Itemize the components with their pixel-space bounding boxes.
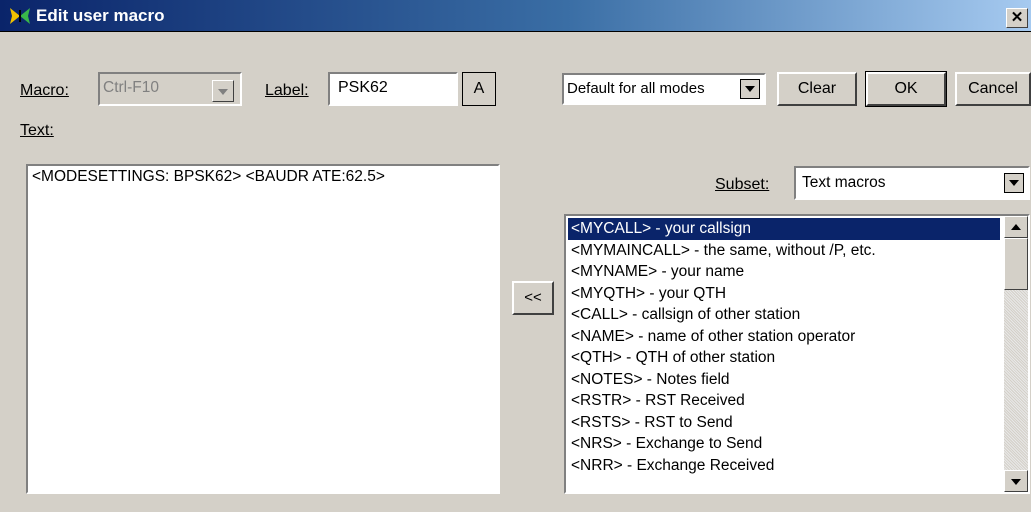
insert-macro-button[interactable]: <<	[512, 281, 554, 315]
cancel-button[interactable]: Cancel	[955, 72, 1031, 106]
macro-text-value: <MODESETTINGS: BPSK62> <BAUDR ATE:62.5>	[32, 168, 385, 185]
clear-button-label: Clear	[797, 80, 837, 97]
insert-macro-button-label: <<	[524, 289, 542, 306]
arrow-up-icon	[1011, 224, 1021, 230]
chevron-down-icon	[218, 89, 228, 95]
scroll-down-button[interactable]	[1004, 470, 1028, 492]
label-field-label-text: Label:	[265, 82, 309, 99]
scroll-up-button[interactable]	[1004, 216, 1028, 238]
list-item[interactable]: <MYCALL> - your callsign	[568, 218, 1000, 240]
scroll-thumb[interactable]	[1004, 238, 1028, 290]
mode-select-value: Default for all modes	[567, 80, 705, 97]
macro-label-text: Macro:	[20, 82, 69, 99]
subset-label: Subset:	[715, 176, 769, 194]
list-item[interactable]: <NOTES> - Notes field	[568, 369, 1000, 391]
macro-dropdown-button[interactable]	[212, 80, 234, 102]
chevron-down-icon	[745, 86, 755, 92]
label-font-button-text: A	[473, 80, 485, 97]
butterfly-icon	[10, 8, 30, 24]
subset-label-text: Subset:	[715, 176, 770, 193]
macro-list-scrollbar[interactable]	[1004, 216, 1028, 492]
label-input-value: PSK62	[338, 79, 388, 96]
macro-list-items: <MYCALL> - your callsign <MYMAINCALL> - t…	[568, 218, 1000, 476]
macro-select-value: Ctrl-F10	[103, 79, 159, 96]
title-bar[interactable]: Edit user macro ✕	[0, 0, 1031, 32]
list-item[interactable]: <MYQTH> - your QTH	[568, 283, 1000, 305]
list-item[interactable]: <MYMAINCALL> - the same, without /P, etc…	[568, 240, 1000, 262]
label-field-label: Label:	[265, 82, 309, 100]
close-button[interactable]: ✕	[1006, 8, 1028, 28]
subset-select[interactable]: Text macros	[794, 166, 1030, 200]
mode-select[interactable]: Default for all modes	[562, 73, 766, 105]
list-item[interactable]: <RSTS> - RST to Send	[568, 412, 1000, 434]
close-icon: ✕	[1010, 9, 1024, 26]
ok-button-label: OK	[894, 80, 918, 97]
macro-text-area[interactable]: <MODESETTINGS: BPSK62> <BAUDR ATE:62.5>	[26, 164, 500, 494]
list-item[interactable]: <NAME> - name of other station operator	[568, 326, 1000, 348]
chevron-down-icon	[1009, 180, 1019, 186]
mode-dropdown-button[interactable]	[740, 79, 760, 99]
subset-select-value: Text macros	[802, 174, 886, 191]
window-title: Edit user macro	[36, 6, 165, 25]
cancel-button-label: Cancel	[968, 80, 1018, 97]
list-item[interactable]: <MYNAME> - your name	[568, 261, 1000, 283]
label-input[interactable]: PSK62	[328, 72, 458, 106]
list-item[interactable]: <NRR> - Exchange Received	[568, 455, 1000, 477]
macro-select[interactable]: Ctrl-F10	[98, 72, 242, 106]
ok-button[interactable]: OK	[865, 71, 947, 107]
subset-dropdown-button[interactable]	[1004, 173, 1024, 193]
list-item[interactable]: <QTH> - QTH of other station	[568, 347, 1000, 369]
list-item[interactable]: <RSTR> - RST Received	[568, 390, 1000, 412]
macro-list[interactable]: <MYCALL> - your callsign <MYMAINCALL> - t…	[564, 214, 1030, 494]
text-label: Text:	[20, 122, 54, 140]
label-font-button[interactable]: A	[462, 72, 496, 106]
macro-label: Macro:	[20, 82, 69, 100]
list-item[interactable]: <CALL> - callsign of other station	[568, 304, 1000, 326]
list-item[interactable]: <NRS> - Exchange to Send	[568, 433, 1000, 455]
text-label-text: Text:	[20, 122, 54, 139]
clear-button[interactable]: Clear	[777, 72, 857, 106]
arrow-down-icon	[1011, 479, 1021, 485]
